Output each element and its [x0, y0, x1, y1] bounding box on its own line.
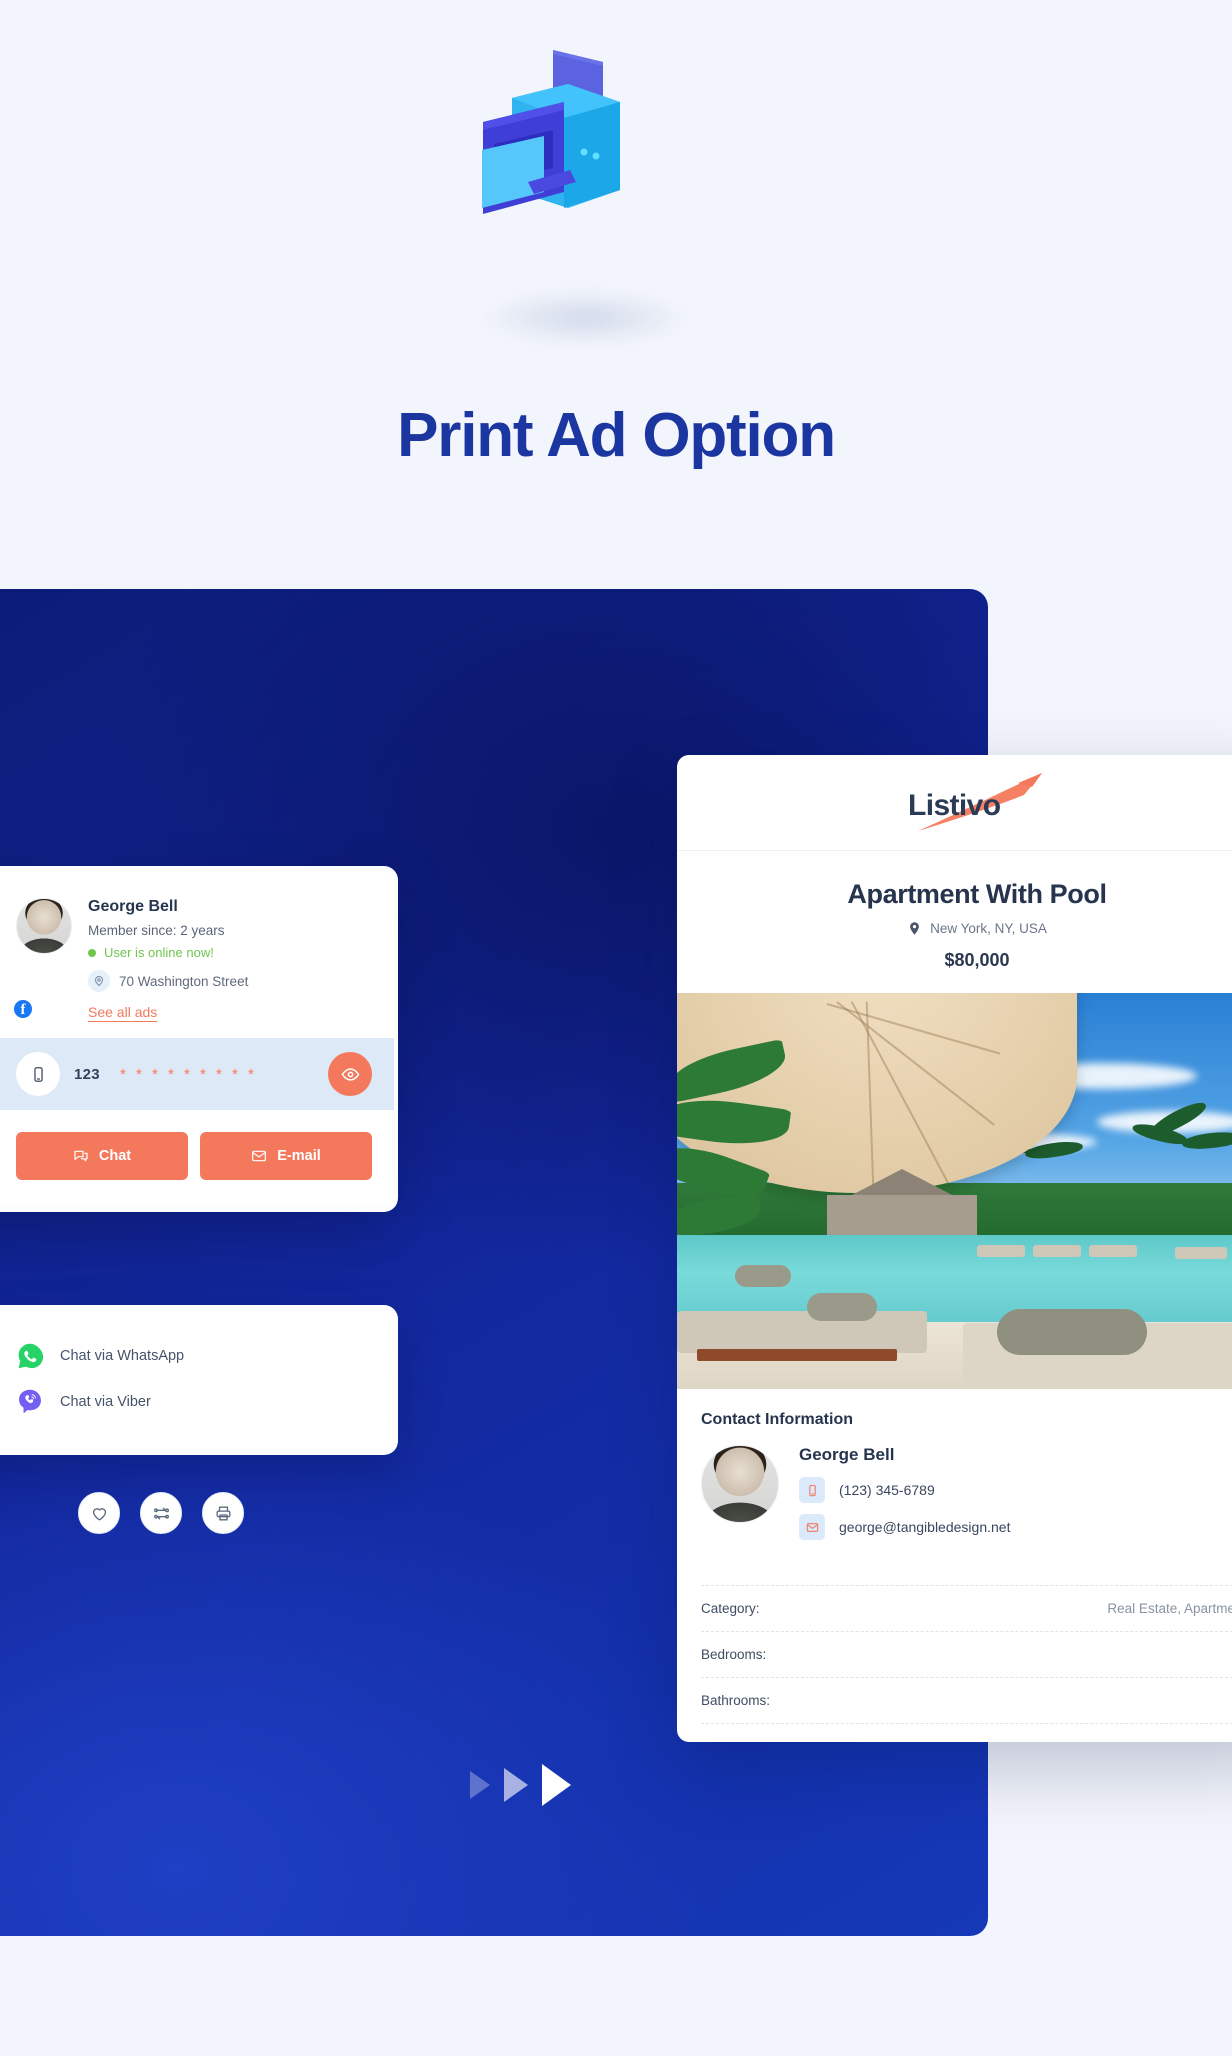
photo-towel — [997, 1309, 1147, 1355]
facebook-badge-icon: f — [12, 998, 34, 1020]
see-all-ads-link[interactable]: See all ads — [88, 1004, 157, 1020]
seller-member-since: Member since: 2 years — [88, 923, 225, 938]
email-button[interactable]: E-mail — [200, 1132, 372, 1180]
page-title: Print Ad Option — [397, 401, 836, 470]
photo-towel — [807, 1293, 877, 1321]
hero-section: Print Ad Option — [0, 0, 1232, 590]
table-row: Bedrooms: 2 — [701, 1632, 1232, 1678]
print-contact-person: George Bell (123) 345-6789 george@tangib… — [701, 1445, 1232, 1569]
seller-online-status: User is online now! — [88, 945, 248, 960]
flow-arrow-1-icon — [470, 1771, 490, 1799]
contact-name: George Bell — [799, 1445, 895, 1464]
flow-arrow-2-icon — [504, 1768, 528, 1802]
illustration-shadow — [480, 290, 690, 346]
chat-button[interactable]: Chat — [16, 1132, 188, 1180]
listing-title: Apartment With Pool — [847, 879, 1107, 909]
listivo-wordmark: Listivo — [908, 788, 1001, 822]
eye-icon — [341, 1067, 359, 1081]
listing-action-icons — [78, 1492, 244, 1534]
envelope-icon — [252, 1150, 267, 1162]
listing-location-label: New York, NY, USA — [930, 921, 1047, 936]
location-pin-icon — [88, 970, 110, 992]
address-label: 70 Washington Street — [119, 973, 249, 989]
listing-price: $80,000 — [944, 950, 1010, 970]
flow-arrows — [470, 1764, 571, 1806]
seller-address: 70 Washington Street — [88, 970, 248, 992]
listing-summary: Apartment With Pool New York, NY, USA $8… — [677, 851, 1232, 989]
chat-bubble-icon — [74, 1150, 88, 1162]
attribute-key: Bathrooms: — [701, 1693, 771, 1708]
heart-icon — [92, 1507, 106, 1521]
compare-icon — [153, 1507, 169, 1519]
photo-bed-frame — [697, 1349, 897, 1361]
listivo-logo: Listivo — [908, 772, 1042, 831]
listing-photo — [677, 993, 1232, 1389]
table-row: Category: Real Estate, Apartments — [701, 1585, 1232, 1632]
printer-3d-illustration-icon — [420, 40, 680, 290]
location-pin-icon — [910, 922, 919, 935]
seller-details: George Bell Member since: 2 years User i… — [88, 898, 248, 1022]
favorite-button[interactable] — [78, 1492, 120, 1534]
attribute-key: Category: — [701, 1601, 760, 1616]
email-button-label: E-mail — [277, 1148, 321, 1164]
contact-email-row: george@tangibledesign.net — [799, 1514, 1010, 1540]
photo-lounger — [1033, 1245, 1081, 1257]
reveal-phone-button[interactable] — [328, 1052, 372, 1096]
mobile-phone-icon — [16, 1052, 60, 1096]
contact-phone-value: (123) 345-6789 — [839, 1482, 935, 1498]
print-contact-section: Contact Information George Bell (123) 34… — [677, 1389, 1232, 1575]
photo-lounger — [1175, 1247, 1227, 1259]
attribute-key: Bedrooms: — [701, 1647, 767, 1662]
avatar — [701, 1445, 779, 1523]
print-contact-details: George Bell (123) 345-6789 george@tangib… — [799, 1445, 1010, 1551]
avatar-image — [16, 898, 72, 954]
page-root: Print Ad Option f George Bell Member sin… — [0, 0, 1232, 2056]
avatar: f — [12, 898, 72, 1022]
listing-attributes: Category: Real Estate, Apartments Bedroo… — [677, 1575, 1232, 1742]
chat-button-label: Chat — [98, 1148, 132, 1164]
contact-phone-row: (123) 345-6789 — [799, 1477, 1010, 1503]
phone-number-masked: * * * * * * * * * — [119, 1065, 257, 1083]
attribute-value: Real Estate, Apartments — [1107, 1601, 1232, 1616]
photo-lounger — [1089, 1245, 1137, 1257]
print-preview-card: Listivo Apartment With Pool New York, NY… — [677, 755, 1232, 1742]
online-status-label: User is online now! — [104, 945, 214, 960]
envelope-icon — [799, 1514, 825, 1540]
contact-information-heading: Contact Information — [701, 1411, 853, 1428]
listing-location: New York, NY, USA — [699, 921, 1232, 936]
print-button[interactable] — [202, 1492, 244, 1534]
mobile-phone-icon — [799, 1477, 825, 1503]
seller-contact-card-inner: f George Bell Member since: 2 years User… — [0, 872, 394, 1206]
seller-name: George Bell — [88, 898, 178, 915]
whatsapp-row[interactable]: Chat via WhatsApp — [16, 1333, 374, 1379]
phone-reveal-row: 123 * * * * * * * * * — [0, 1038, 394, 1110]
phone-number-visible: 123 — [74, 1065, 100, 1083]
photo-towel — [735, 1265, 791, 1287]
photo-lounger — [977, 1245, 1025, 1257]
print-card-header: Listivo — [677, 755, 1232, 851]
flow-arrow-3-icon — [542, 1764, 571, 1806]
viber-row[interactable]: Chat via Viber — [16, 1379, 374, 1425]
printer-icon — [215, 1505, 231, 1521]
photo-lounger — [677, 1311, 927, 1353]
viber-icon — [16, 1388, 44, 1416]
whatsapp-icon — [16, 1342, 44, 1370]
messenger-card: Chat via WhatsApp Chat via Viber — [0, 1305, 398, 1455]
viber-label: Chat via Viber — [60, 1394, 151, 1410]
contact-email-value: george@tangibledesign.net — [839, 1519, 1011, 1535]
seller-profile: f George Bell Member since: 2 years User… — [0, 872, 394, 1038]
table-row: Bathrooms: 1 — [701, 1678, 1232, 1724]
messenger-card-inner: Chat via WhatsApp Chat via Viber — [0, 1311, 394, 1449]
online-dot-icon — [88, 948, 96, 957]
compare-button[interactable] — [140, 1492, 182, 1534]
whatsapp-label: Chat via WhatsApp — [60, 1348, 185, 1364]
seller-contact-card: f George Bell Member since: 2 years User… — [0, 866, 398, 1212]
contact-action-buttons: Chat E-mail — [0, 1110, 394, 1206]
